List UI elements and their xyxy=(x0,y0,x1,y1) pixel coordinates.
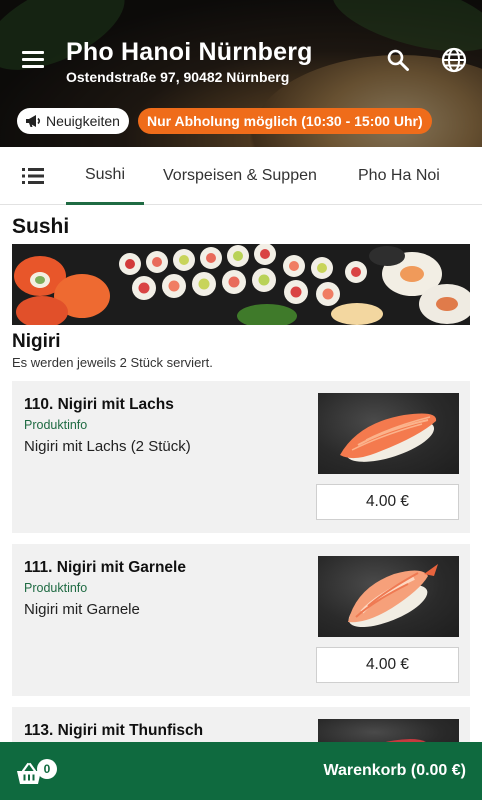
price-label: 4.00 € xyxy=(365,493,410,510)
tab-pho-ha-noi[interactable]: Pho Ha Noi xyxy=(358,147,440,205)
product-image xyxy=(318,556,459,637)
add-to-cart-price-button[interactable]: 4.00 € xyxy=(316,484,459,520)
tab-label: Pho Ha Noi xyxy=(358,167,440,184)
sushi-banner-image xyxy=(12,244,470,325)
menu-icon[interactable] xyxy=(22,51,44,69)
news-label: Neuigkeiten xyxy=(46,113,120,129)
tab-sushi[interactable]: Sushi xyxy=(66,147,144,205)
product-name: 110. Nigiri mit Lachs xyxy=(24,396,174,413)
tab-vorspeisen-suppen[interactable]: Vorspeisen & Suppen xyxy=(163,147,317,205)
product-card[interactable]: 110. Nigiri mit Lachs Produktinfo Nigiri… xyxy=(12,381,470,533)
cart-label: Warenkorb (0.00 €) xyxy=(323,762,466,779)
product-name: 111. Nigiri mit Garnele xyxy=(24,559,186,576)
subsection-title: Nigiri xyxy=(12,331,61,352)
product-image xyxy=(318,393,459,474)
product-description: Nigiri mit Lachs (2 Stück) xyxy=(24,438,191,455)
cart-bar[interactable]: 0 Warenkorb (0.00 €) xyxy=(0,742,482,800)
section-title: Sushi xyxy=(12,215,70,238)
product-card[interactable]: 111. Nigiri mit Garnele Produktinfo Nigi… xyxy=(12,544,470,696)
product-info-link[interactable]: Produktinfo xyxy=(24,418,87,432)
cart-count-badge: 0 xyxy=(37,759,57,779)
pickup-label: Nur Abholung möglich (10:30 - 15:00 Uhr) xyxy=(147,113,423,129)
search-icon[interactable] xyxy=(386,48,410,72)
megaphone-icon xyxy=(26,115,41,127)
header-hero: Pho Hanoi Nürnberg Ostendstraße 97, 9048… xyxy=(0,0,482,147)
news-button[interactable]: Neuigkeiten xyxy=(17,108,129,134)
product-name: 113. Nigiri mit Thunfisch xyxy=(24,722,204,739)
product-info-link[interactable]: Produktinfo xyxy=(24,581,87,595)
product-description: Nigiri mit Garnele xyxy=(24,601,140,618)
price-label: 4.00 € xyxy=(365,656,410,673)
subsection-description: Es werden jeweils 2 Stück serviert. xyxy=(12,355,213,370)
category-tabs: Sushi Vorspeisen & Suppen Pho Ha Noi xyxy=(0,147,482,205)
tab-label: Sushi xyxy=(84,165,126,183)
category-list-icon[interactable] xyxy=(22,168,44,184)
pickup-status-badge: Nur Abholung möglich (10:30 - 15:00 Uhr) xyxy=(138,108,432,134)
tab-label: Vorspeisen & Suppen xyxy=(163,167,317,184)
globe-icon[interactable] xyxy=(441,47,467,73)
restaurant-address: Ostendstraße 97, 90482 Nürnberg xyxy=(66,69,290,85)
add-to-cart-price-button[interactable]: 4.00 € xyxy=(316,647,459,683)
restaurant-title: Pho Hanoi Nürnberg xyxy=(66,38,313,66)
